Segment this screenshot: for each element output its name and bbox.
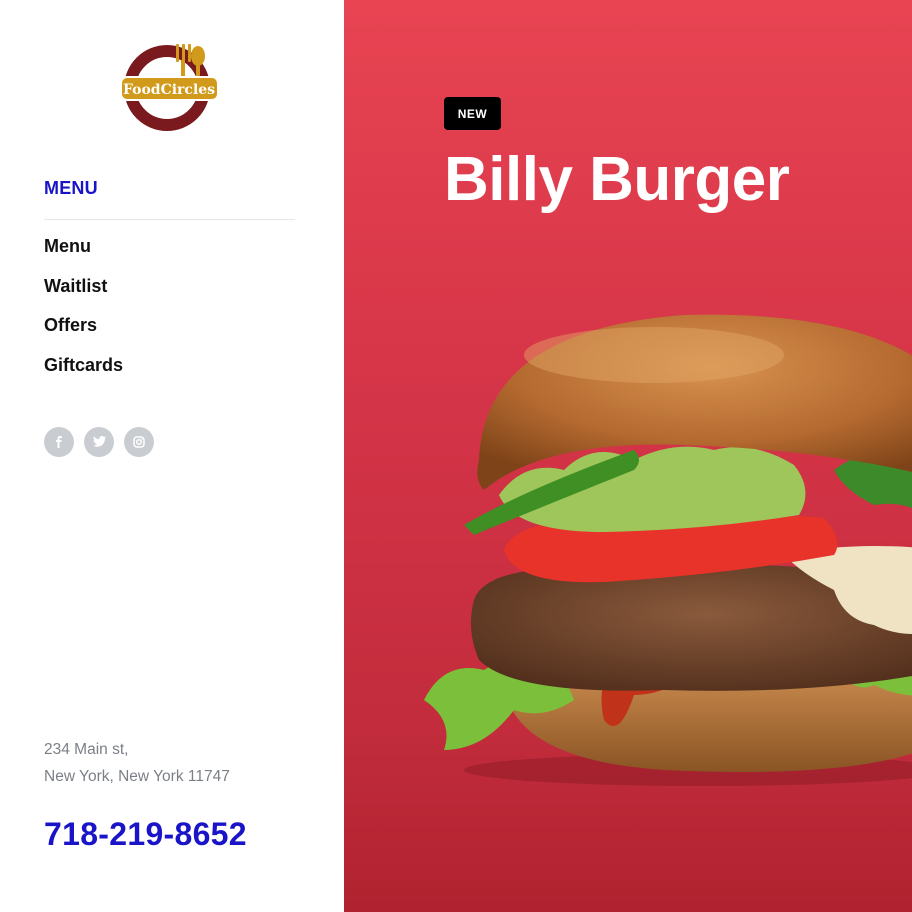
menu-divider <box>44 219 295 220</box>
sidebar: FoodCircles MENU Menu Waitlist Offers Gi… <box>0 0 344 912</box>
nav-item-offers[interactable]: Offers <box>44 315 123 355</box>
burger-image <box>424 314 912 786</box>
nav-item-giftcards[interactable]: Giftcards <box>44 355 123 395</box>
facebook-icon[interactable] <box>44 427 74 457</box>
phone-number[interactable]: 718-219-8652 <box>44 816 247 853</box>
hero-title: Billy Burger <box>444 145 790 214</box>
social-links <box>44 427 154 457</box>
nav-item-menu[interactable]: Menu <box>44 236 123 276</box>
foodcircles-logo[interactable]: FoodCircles <box>118 40 220 132</box>
instagram-icon[interactable] <box>124 427 154 457</box>
new-badge: NEW <box>444 97 501 130</box>
menu-heading: MENU <box>44 178 98 198</box>
hero-section: NEW Billy Burger <box>344 0 912 912</box>
logo-text: FoodCircles <box>123 82 215 98</box>
twitter-icon[interactable] <box>84 427 114 457</box>
address-line-2: New York, New York 11747 <box>44 768 230 785</box>
nav-list: Menu Waitlist Offers Giftcards <box>44 236 123 395</box>
address: 234 Main st, New York, New York 11747 <box>44 736 230 790</box>
nav-item-waitlist[interactable]: Waitlist <box>44 276 123 316</box>
address-line-1: 234 Main st, <box>44 741 129 758</box>
